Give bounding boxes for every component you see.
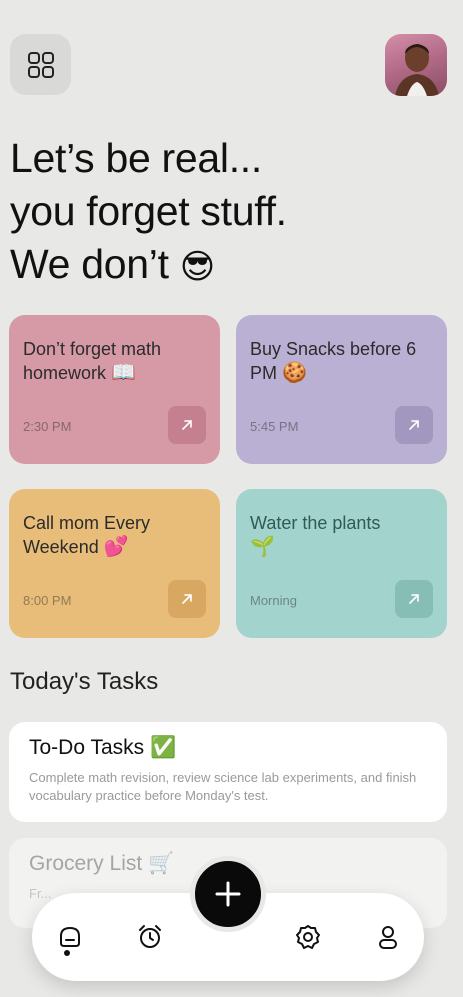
book-emoji: 📖 xyxy=(111,362,136,384)
headline-line-1: Let’s be real... xyxy=(10,135,262,181)
headline-line-3-text: We don’t xyxy=(10,241,169,287)
menu-button[interactable] xyxy=(10,34,71,95)
headline-line-2: you forget stuff. xyxy=(10,188,287,234)
reminder-title: Don’t forget math homework 📖 xyxy=(23,339,162,384)
reminder-title: Water the plants 🌱 xyxy=(250,513,381,558)
reminder-time: 8:00 PM xyxy=(23,593,72,608)
open-reminder-button[interactable] xyxy=(395,580,433,618)
reminder-title: Buy Snacks before 6 PM 🍪 xyxy=(250,339,417,384)
arrow-up-right-icon xyxy=(182,420,192,430)
grid-icon xyxy=(27,51,54,78)
arrow-up-right-icon xyxy=(409,594,419,604)
section-title-todays-tasks: Today's Tasks xyxy=(10,668,159,695)
nav-home-button[interactable] xyxy=(52,919,88,955)
page-title: Let’s be real... you forget stuff. We do… xyxy=(10,132,450,294)
reminder-card-call-mom[interactable]: Call mom Every Weekend 💕 8:00 PM xyxy=(9,489,220,638)
avatar[interactable] xyxy=(385,34,447,96)
cookie-emoji: 🍪 xyxy=(282,362,307,384)
arrow-up-right-icon xyxy=(182,594,192,604)
reminder-time: Morning xyxy=(250,593,297,608)
reminder-time: 2:30 PM xyxy=(23,419,72,434)
nav-alarm-button[interactable] xyxy=(132,919,168,955)
task-card-todo[interactable]: To-Do Tasks ✅ Complete math revision, re… xyxy=(9,722,447,822)
open-reminder-button[interactable] xyxy=(168,580,206,618)
reminder-card-plants[interactable]: Water the plants 🌱 Morning xyxy=(236,489,447,638)
hearts-emoji: 💕 xyxy=(103,536,129,558)
reminder-title: Call mom Every Weekend 💕 xyxy=(23,513,151,558)
reminder-card-math[interactable]: Don’t forget math homework 📖 2:30 PM xyxy=(9,315,220,464)
task-title: To-Do Tasks ✅ xyxy=(29,736,177,759)
home-icon xyxy=(60,926,80,947)
profile-icon xyxy=(379,926,397,949)
settings-icon xyxy=(296,925,320,949)
active-indicator-dot xyxy=(64,950,70,956)
reminder-card-snacks[interactable]: Buy Snacks before 6 PM 🍪 5:45 PM xyxy=(236,315,447,464)
open-reminder-button[interactable] xyxy=(395,406,433,444)
headline-line-3: We don’t 😎 xyxy=(10,238,450,294)
reminder-time: 5:45 PM xyxy=(250,419,299,434)
arrow-up-right-icon xyxy=(409,420,419,430)
nav-profile-button[interactable] xyxy=(370,919,406,955)
sunglasses-emoji: 😎 xyxy=(179,248,215,286)
nav-settings-button[interactable] xyxy=(290,919,326,955)
plus-icon xyxy=(215,881,241,907)
task-description: Complete math revision, review science l… xyxy=(29,770,417,803)
top-bar xyxy=(10,34,447,96)
open-reminder-button[interactable] xyxy=(168,406,206,444)
alarm-clock-icon xyxy=(139,925,161,948)
seedling-emoji: 🌱 xyxy=(250,536,275,558)
add-reminder-button[interactable] xyxy=(190,856,266,932)
